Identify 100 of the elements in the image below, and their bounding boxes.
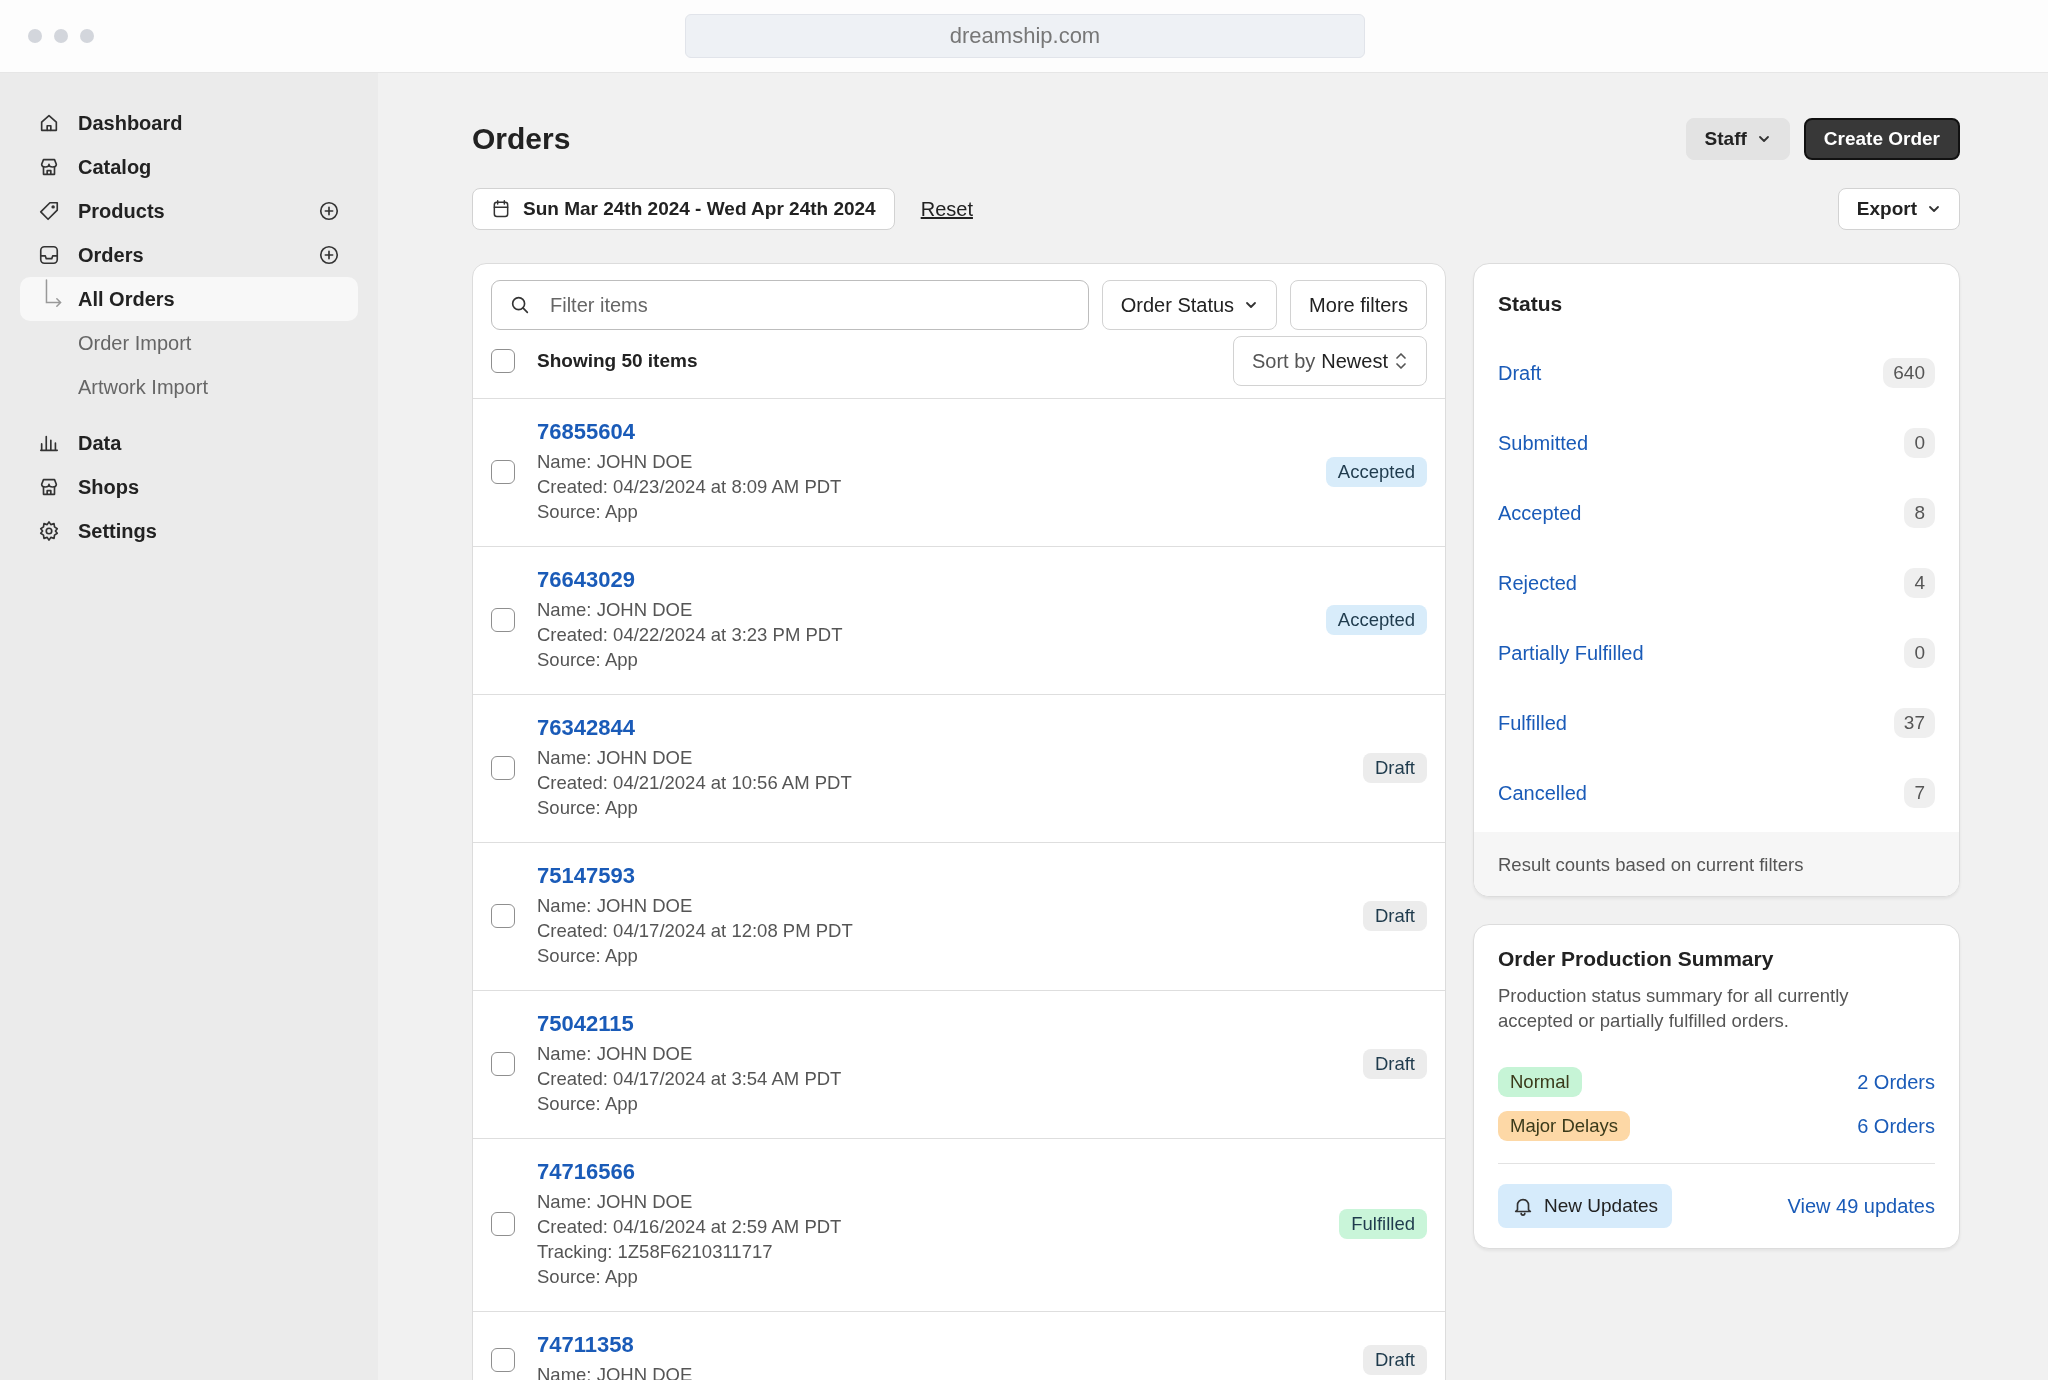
count-badge: 8: [1904, 498, 1935, 528]
status-badge: Draft: [1362, 1344, 1427, 1375]
sidebar-item[interactable]: Shops: [20, 465, 358, 509]
order-number-link[interactable]: 74711358: [537, 1332, 1341, 1358]
sort-arrows-icon: [1394, 351, 1408, 371]
sort-dropdown[interactable]: Sort by Newest: [1232, 336, 1427, 386]
order-detail: Source: App: [537, 796, 639, 820]
filter-search-field[interactable]: Filter items: [491, 280, 1089, 330]
status-badge: Draft: [1362, 900, 1427, 931]
sidebar-item[interactable]: Products: [20, 189, 358, 233]
order-detail: Name: JOHN DOE: [537, 1190, 694, 1214]
order-detail: Created: 04/16/2024 at 2:59 AM PDT: [537, 1215, 843, 1239]
status-link[interactable]: Accepted: [1498, 501, 1582, 525]
more-filters-button[interactable]: More filters: [1290, 280, 1427, 330]
sidebar-item[interactable]: Data: [20, 421, 358, 465]
order-detail: Created: 04/23/2024 at 8:09 AM PDT: [537, 475, 843, 499]
status-badge: Draft: [1362, 1048, 1427, 1079]
row-checkbox[interactable]: [491, 903, 515, 928]
status-link[interactable]: Submitted: [1498, 431, 1589, 455]
count-badge: 0: [1904, 638, 1935, 668]
sidebar-subitem[interactable]: Order Import: [20, 321, 358, 365]
count-badge: 640: [1883, 358, 1935, 388]
order-detail: Source: App: [537, 944, 639, 968]
order-number-link[interactable]: 75042115: [537, 1011, 1341, 1037]
row-checkbox[interactable]: [491, 459, 515, 484]
status-link[interactable]: Rejected: [1498, 571, 1577, 595]
order-detail: Source: App: [537, 1265, 639, 1289]
production-status-tag: Normal: [1498, 1067, 1582, 1097]
order-number-link[interactable]: 76342844: [537, 715, 1341, 741]
shop-icon: [38, 476, 60, 498]
view-updates-link[interactable]: View 49 updates: [1787, 1194, 1935, 1218]
order-detail: Tracking: 1Z58F6210311717: [537, 1240, 774, 1264]
storefront-icon: [38, 156, 60, 178]
status-link[interactable]: Cancelled: [1498, 781, 1587, 805]
status-badge: Fulfilled: [1339, 1209, 1427, 1239]
window-control-dot[interactable]: [28, 29, 42, 43]
order-detail: Source: App: [537, 1092, 639, 1116]
order-number-link[interactable]: 76643029: [537, 567, 1304, 593]
order-detail: Created: 04/22/2024 at 3:23 PM PDT: [537, 623, 844, 647]
order-number-link[interactable]: 76855604: [537, 419, 1304, 445]
export-dropdown[interactable]: Export: [1837, 188, 1960, 230]
order-detail: Name: JOHN DOE: [537, 746, 694, 770]
count-badge: 4: [1904, 568, 1935, 598]
reset-link[interactable]: Reset: [920, 197, 973, 221]
inbox-icon: [38, 244, 60, 266]
card-description: Production status summary for all currently accepted or partially fulfilled orders.: [1498, 984, 1850, 1033]
order-detail: Created: 04/17/2024 at 3:54 AM PDT: [537, 1067, 843, 1091]
create-order-button[interactable]: Create Order: [1803, 118, 1960, 160]
address-bar[interactable]: dreamship.com: [685, 14, 1365, 58]
row-checkbox[interactable]: [491, 755, 515, 780]
home-icon: [38, 112, 60, 134]
new-updates-button[interactable]: New Updates: [1498, 1184, 1673, 1228]
card-title: Status: [1497, 291, 1564, 317]
order-number-link[interactable]: 74716566: [537, 1159, 1318, 1185]
order-status-dropdown[interactable]: Order Status: [1101, 280, 1278, 330]
sidebar-item[interactable]: Dashboard: [20, 101, 358, 145]
tag-icon: [38, 200, 60, 222]
order-detail: Source: App: [537, 648, 639, 672]
window-control-dot[interactable]: [54, 29, 68, 43]
settings-icon: [38, 520, 60, 542]
status-link[interactable]: Fulfilled: [1498, 711, 1567, 735]
window-control-dot[interactable]: [80, 29, 94, 43]
orders-link[interactable]: 6 Orders: [1857, 1114, 1935, 1138]
add-circle-icon: [318, 244, 340, 266]
order-detail: Name: JOHN DOE: [537, 598, 694, 622]
order-number-link[interactable]: 75147593: [537, 863, 1341, 889]
row-checkbox[interactable]: [491, 1347, 515, 1372]
row-checkbox[interactable]: [491, 1212, 515, 1236]
sidebar-item[interactable]: Settings: [20, 509, 358, 553]
status-badge: Draft: [1362, 752, 1427, 783]
row-checkbox[interactable]: [491, 607, 515, 632]
search-icon: [509, 294, 531, 316]
add-circle-icon: [318, 200, 340, 222]
sidebar-subitem[interactable]: Artwork Import: [20, 365, 358, 409]
sidebar-item[interactable]: Orders: [20, 233, 358, 277]
item-count: Showing 50 items: [537, 350, 698, 372]
count-badge: 7: [1904, 778, 1935, 808]
order-detail: Name: JOHN DOE: [537, 1042, 694, 1066]
order-detail: Source: App: [537, 500, 639, 524]
orders-link[interactable]: 2 Orders: [1857, 1070, 1935, 1094]
status-badge: Accepted: [1325, 456, 1427, 487]
row-checkbox[interactable]: [491, 1051, 515, 1076]
select-all-checkbox[interactable]: [491, 349, 515, 373]
sidebar-item[interactable]: Catalog: [20, 145, 358, 189]
date-range-button[interactable]: Sun Mar 24th 2024 - Wed Apr 24th 2024: [472, 188, 895, 230]
calendar-icon: [491, 199, 511, 219]
status-link[interactable]: Draft: [1498, 361, 1542, 385]
count-badge: 37: [1893, 708, 1935, 738]
page-title: Orders: [472, 122, 571, 156]
order-detail: Name: JOHN DOE: [537, 894, 694, 918]
order-detail: Name: JOHN DOE: [537, 450, 694, 474]
count-badge: 0: [1904, 428, 1935, 458]
card-title: Order Production Summary: [1498, 947, 1775, 971]
production-status-tag: Major Delays: [1498, 1111, 1630, 1141]
card-footer-note: Result counts based on current filters: [1474, 832, 1959, 896]
staff-dropdown[interactable]: Staff: [1685, 118, 1790, 160]
sidebar-subitem[interactable]: All Orders: [20, 277, 358, 321]
order-detail: Created: 04/17/2024 at 12:08 PM PDT: [537, 919, 854, 943]
status-badge: Accepted: [1325, 604, 1427, 635]
status-link[interactable]: Partially Fulfilled: [1498, 641, 1644, 665]
